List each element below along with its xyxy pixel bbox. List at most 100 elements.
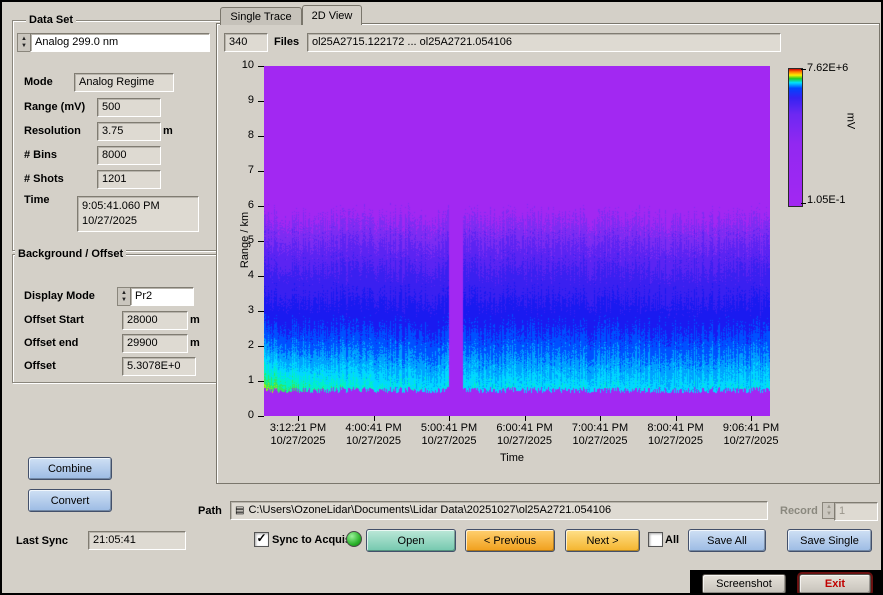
y-tick-label: 3: [247, 304, 254, 316]
file-count-value: 340: [224, 33, 268, 52]
screenshot-button[interactable]: Screenshot: [702, 574, 786, 593]
offset-end-unit: m: [190, 337, 200, 349]
y-tick-label: 1: [247, 374, 254, 386]
y-tick-mark: [258, 381, 264, 382]
x-axis-title: Time: [499, 452, 525, 464]
x-tick-label: 9:06:41 PM 10/27/2025: [722, 422, 780, 447]
colorbar-min-tick: [801, 203, 806, 204]
save-all-button[interactable]: Save All: [688, 529, 766, 552]
y-tick-label: 4: [247, 269, 254, 281]
offset-label: Offset: [24, 360, 56, 372]
bins-label: # Bins: [24, 149, 58, 161]
y-tick-label: 5: [247, 234, 254, 246]
x-tick-mark: [298, 416, 299, 421]
x-tick-mark: [751, 416, 752, 421]
sync-to-acquis-label: Sync to Acquis: [272, 534, 352, 546]
lidar-app-window: Data Set ▲ ▼ Analog 299.0 nm Mode Analog…: [0, 0, 883, 595]
offset-end-value[interactable]: 29900: [122, 334, 188, 353]
x-tick-label: 3:12:21 PM 10/27/2025: [269, 422, 327, 447]
offset-start-unit: m: [190, 314, 200, 326]
bins-value: 8000: [97, 146, 161, 165]
spinner-down-icon[interactable]: ▼: [826, 511, 832, 518]
y-tick-mark: [258, 241, 264, 242]
colorbar-min-label: 1.05E-1: [807, 194, 846, 206]
time-value: 9:05:41.060 PM 10/27/2025: [77, 196, 199, 232]
spinner-down-icon[interactable]: ▼: [21, 43, 27, 50]
colorbar: [788, 68, 803, 207]
range-value: 500: [97, 98, 161, 117]
y-tick-mark: [258, 101, 264, 102]
all-checkbox-label: All: [665, 534, 680, 546]
sync-to-acquis-checkbox[interactable]: ✓: [254, 532, 269, 547]
offset-start-label: Offset Start: [24, 314, 84, 326]
y-tick-mark: [258, 171, 264, 172]
record-label: Record: [780, 505, 818, 517]
path-input[interactable]: ▤ C:\Users\OzoneLidar\Documents\Lidar Dat…: [230, 501, 768, 520]
y-tick-mark: [258, 136, 264, 137]
offset-start-value[interactable]: 28000: [122, 311, 188, 330]
offset-value: 5.3078E+0: [122, 357, 196, 376]
x-tick-label: 7:00:41 PM 10/27/2025: [571, 422, 629, 447]
mode-value: Analog Regime: [74, 73, 174, 92]
range-label: Range (mV): [24, 101, 86, 113]
x-tick-mark: [373, 416, 375, 421]
y-tick-label: 0: [247, 409, 254, 421]
spinner-up-icon[interactable]: ▲: [826, 504, 832, 511]
files-range-value: ol25A2715.122172 ... ol25A2721.054106: [307, 33, 781, 52]
data-set-spinner[interactable]: ▲ ▼: [17, 33, 31, 52]
background-offset-title: Background / Offset: [15, 248, 127, 260]
save-single-button[interactable]: Save Single: [787, 529, 872, 552]
resolution-label: Resolution: [24, 125, 81, 137]
data-set-group-title: Data Set: [26, 14, 77, 26]
open-button[interactable]: Open: [366, 529, 456, 552]
heatmap-canvas[interactable]: [264, 66, 770, 416]
x-tick-mark: [600, 416, 601, 421]
colorbar-max-tick: [801, 69, 806, 70]
path-value[interactable]: C:\Users\OzoneLidar\Documents\Lidar Data…: [248, 504, 611, 516]
y-tick-mark: [258, 66, 264, 67]
exit-button[interactable]: Exit: [799, 574, 871, 593]
x-tick-label: 4:00:41 PM 10/27/2025: [345, 422, 402, 447]
y-tick-mark: [258, 346, 264, 347]
combine-button[interactable]: Combine: [28, 457, 112, 480]
x-tick-label: 8:00:41 PM 10/27/2025: [647, 422, 704, 447]
record-input[interactable]: 1: [834, 502, 878, 521]
y-tick-label: 7: [247, 164, 254, 176]
x-tick-label: 6:00:41 PM 10/27/2025: [496, 422, 553, 447]
resolution-value: 3.75: [97, 122, 161, 141]
next-button[interactable]: Next >: [565, 529, 640, 552]
last-sync-label: Last Sync: [16, 535, 68, 547]
display-mode-label: Display Mode: [24, 290, 95, 302]
all-checkbox[interactable]: [648, 532, 663, 547]
spinner-up-icon[interactable]: ▲: [121, 290, 127, 297]
display-mode-spinner[interactable]: ▲ ▼: [117, 287, 131, 306]
resolution-unit: m: [163, 125, 173, 137]
colorbar-unit-label: mV: [844, 112, 857, 130]
time-value-line2: 10/27/2025: [82, 215, 138, 227]
tab-single-trace[interactable]: Single Trace: [220, 7, 302, 25]
y-tick-label: 6: [247, 199, 254, 211]
tab-2d-view[interactable]: 2D View: [302, 5, 362, 25]
files-label: Files: [274, 36, 300, 48]
spinner-up-icon[interactable]: ▲: [21, 36, 27, 43]
file-icon: ▤: [235, 505, 245, 516]
y-tick-mark: [258, 416, 264, 417]
path-label: Path: [198, 505, 222, 517]
x-tick-mark: [675, 416, 677, 421]
x-tick-mark: [449, 416, 450, 421]
shots-value: 1201: [97, 170, 161, 189]
data-set-combo[interactable]: Analog 299.0 nm: [30, 33, 210, 52]
time-label: Time: [24, 194, 50, 206]
offset-end-label: Offset end: [24, 337, 79, 349]
previous-button[interactable]: < Previous: [465, 529, 555, 552]
last-sync-value: 21:05:41: [88, 531, 186, 550]
mode-label: Mode: [24, 76, 53, 88]
display-mode-value[interactable]: Pr2: [130, 287, 194, 306]
shots-label: # Shots: [24, 173, 64, 185]
colorbar-max-label: 7.62E+6: [807, 62, 849, 74]
time-value-line1: 9:05:41.060 PM: [82, 200, 160, 212]
y-tick-mark: [258, 276, 264, 277]
spinner-down-icon[interactable]: ▼: [121, 297, 127, 304]
y-tick-label: 10: [241, 59, 254, 71]
convert-button[interactable]: Convert: [28, 489, 112, 512]
